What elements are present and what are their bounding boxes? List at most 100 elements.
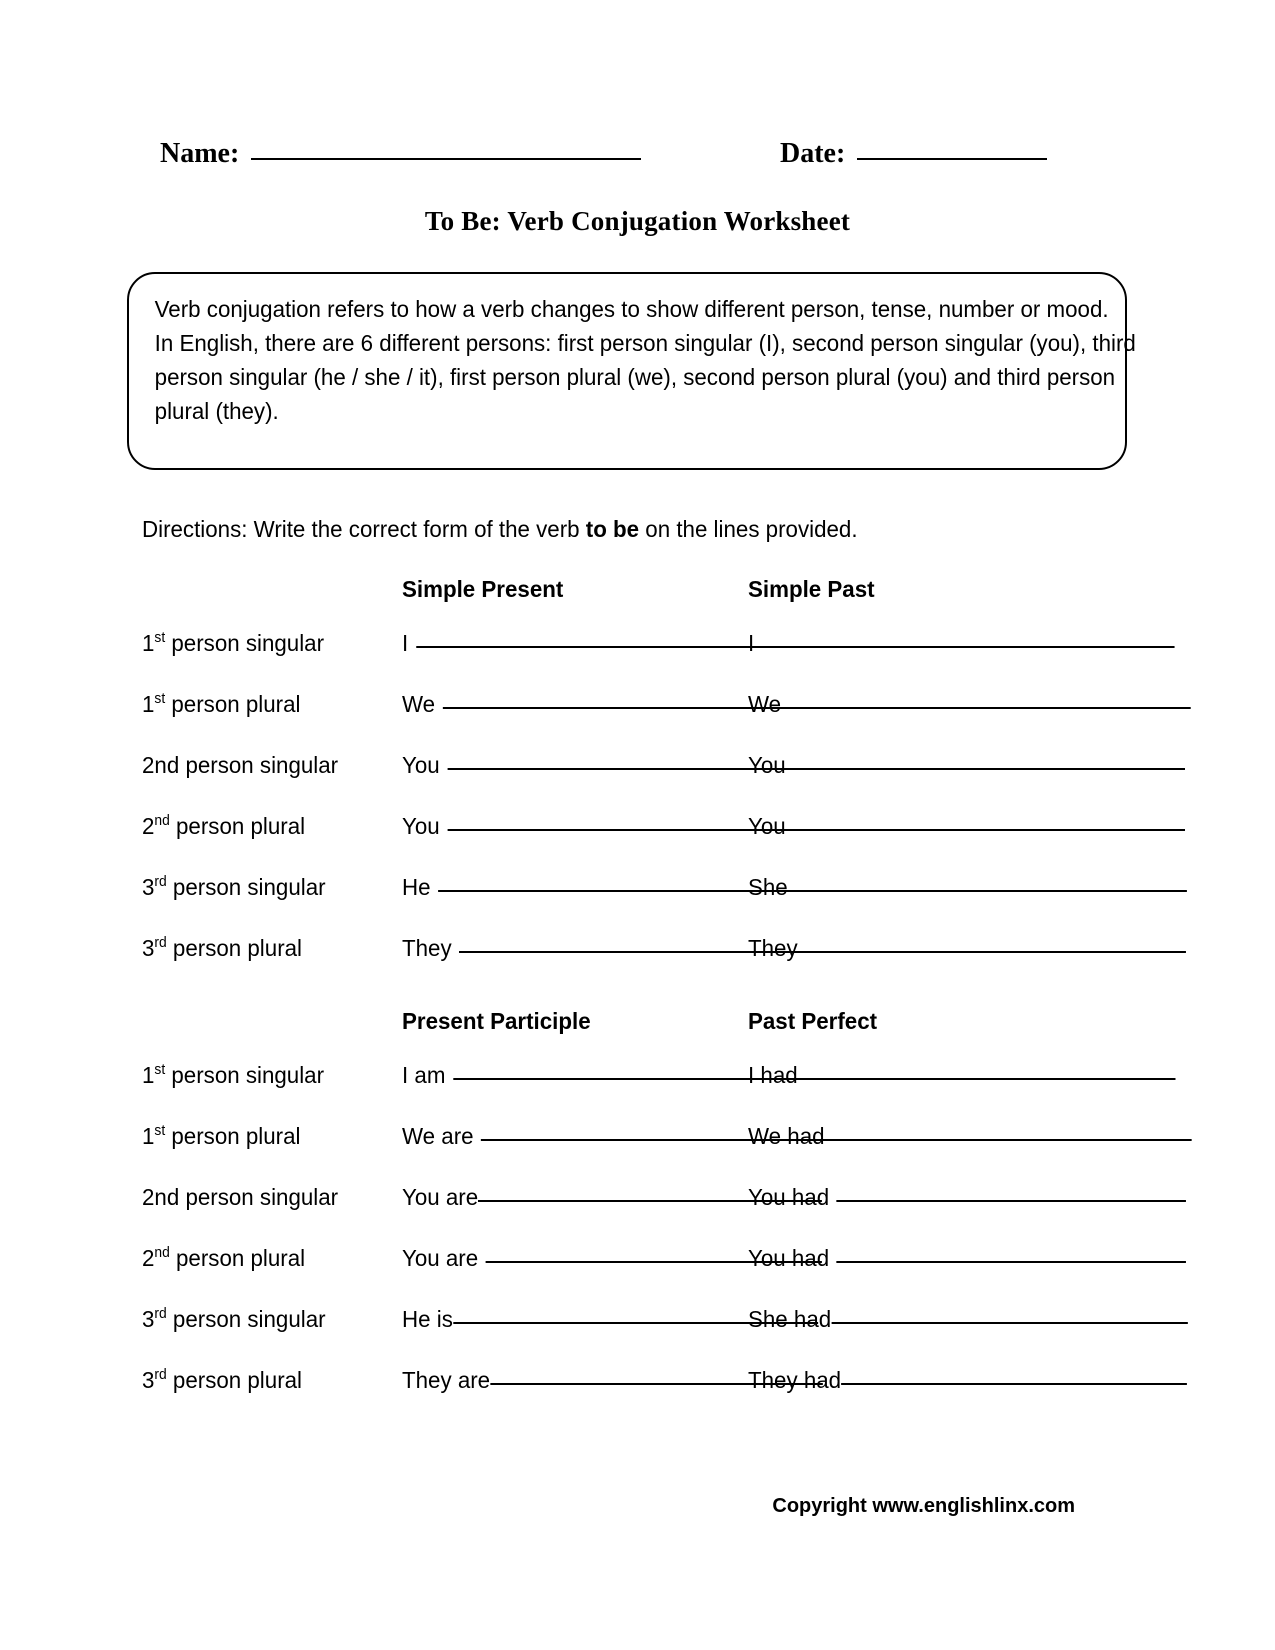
ordinal-suffix: st — [154, 1123, 166, 1140]
directions-text: Directions: Write the correct form of th… — [142, 516, 858, 543]
table-row: 2nd person singular You are You had — [142, 1174, 1186, 1235]
table-row: 1st person plural We are We had — [142, 1113, 1193, 1174]
pronoun-prompt: They — [748, 935, 798, 961]
pronoun-prompt: You had — [748, 1245, 830, 1271]
pronoun-prompt: You — [748, 813, 786, 839]
info-box: Verb conjugation refers to how a verb ch… — [127, 272, 1136, 470]
table-row: 2nd person singular You You — [142, 742, 1186, 803]
person-label: 1st person singular — [142, 630, 325, 656]
pronoun-prompt: You had — [748, 1184, 830, 1210]
column-header: Past Perfect — [748, 1008, 878, 1034]
info-paragraph-2: In English, there are 6 different person… — [154, 330, 1136, 424]
conjugation-table-participle: Present Participle Past Perfect 1st person… — [142, 1004, 1193, 1418]
table-row: 1st person singular I I — [142, 620, 1175, 681]
column-header: Simple Present — [402, 576, 564, 602]
pronoun-prompt: She — [748, 874, 788, 900]
table-row: 3rd person plural They They — [142, 925, 1187, 986]
page-title: To Be: Verb Conjugation Worksheet — [424, 206, 851, 236]
pronoun-prompt: I am — [402, 1062, 446, 1088]
ordinal-suffix: st — [154, 1062, 166, 1079]
ordinal-suffix: rd — [154, 935, 167, 952]
table-row: 2nd person plural You are You had — [142, 1235, 1186, 1296]
pronoun-prompt: You — [748, 752, 786, 778]
pronoun-prompt: We — [402, 691, 436, 717]
directions-bold-verb: to be — [585, 516, 640, 542]
pronoun-prompt: We are — [402, 1123, 474, 1149]
answer-blank-line[interactable] — [793, 829, 1186, 831]
answer-blank-line[interactable] — [795, 890, 1188, 892]
person-label: 3rd person singular — [142, 874, 326, 900]
answer-blank-line[interactable] — [788, 707, 1192, 709]
pronoun-prompt: I had — [748, 1062, 798, 1088]
answer-cell: I had — [748, 1062, 1176, 1089]
answer-blank-line[interactable] — [805, 951, 1187, 953]
table-row: 1st person plural We We — [142, 681, 1192, 742]
worksheet-page: Name: Date: To Be: Verb Conjugation Work… — [0, 0, 1275, 1650]
ordinal-suffix: nd — [154, 1245, 170, 1262]
pronoun-prompt: I — [402, 630, 409, 656]
answer-cell: She — [748, 874, 1188, 901]
answer-cell: You had — [748, 1245, 1186, 1272]
date-label: Date: — [780, 138, 846, 169]
pronoun-prompt: We had — [748, 1123, 825, 1149]
pronoun-prompt: She had — [748, 1306, 832, 1332]
answer-blank-line[interactable] — [836, 1200, 1186, 1202]
name-label: Name: — [160, 138, 240, 169]
copyright-footer: Copyright www.englishlinx.com — [772, 1495, 1075, 1517]
person-label: 2nd person singular — [142, 1184, 339, 1210]
person-label: 2nd person singular — [142, 752, 339, 778]
answer-cell: You — [748, 752, 1186, 779]
person-label: 2nd person plural — [142, 1245, 306, 1271]
answer-blank-line[interactable] — [793, 768, 1186, 770]
pronoun-prompt: You are — [402, 1184, 479, 1210]
person-label: 3rd person plural — [142, 1367, 303, 1393]
date-input-line[interactable] — [857, 158, 1048, 160]
table-row: 3rd person plural They are They had — [142, 1357, 1188, 1418]
ordinal-suffix: rd — [154, 1367, 167, 1384]
pronoun-prompt: He — [402, 874, 431, 900]
directions-suffix: on the lines provided. — [639, 516, 858, 542]
answer-cell: I — [748, 630, 1175, 657]
pronoun-prompt: You are — [402, 1245, 479, 1271]
answer-blank-line[interactable] — [824, 1139, 1193, 1141]
pronoun-prompt: They had — [748, 1367, 842, 1393]
answer-cell: We — [748, 691, 1192, 718]
directions-prefix: Directions: Write the correct form of th… — [142, 516, 586, 542]
pronoun-prompt: They are — [402, 1367, 491, 1393]
answer-blank-line[interactable] — [761, 646, 1175, 648]
ordinal-suffix: st — [154, 630, 166, 647]
answer-cell: They — [748, 935, 1187, 962]
person-label: 1st person singular — [142, 1062, 325, 1088]
answer-blank-line[interactable] — [831, 1322, 1188, 1324]
person-label: 3rd person singular — [142, 1306, 326, 1332]
pronoun-prompt: I — [748, 630, 755, 656]
ordinal-suffix: nd — [154, 813, 170, 830]
name-input-line[interactable] — [251, 158, 642, 160]
answer-blank-line[interactable] — [805, 1078, 1176, 1080]
name-date-row: Name: Date: — [160, 138, 1060, 182]
person-label: 1st person plural — [142, 691, 301, 717]
answer-blank-line[interactable] — [841, 1383, 1188, 1385]
answer-cell: You — [748, 813, 1186, 840]
table-row: 3rd person singular He is She had — [142, 1296, 1188, 1357]
column-header-row: Simple Present Simple Past — [142, 572, 1142, 620]
ordinal-suffix: st — [154, 691, 166, 708]
person-label: 3rd person plural — [142, 935, 303, 961]
info-paragraph-1: Verb conjugation refers to how a verb ch… — [154, 296, 1109, 322]
pronoun-prompt: We — [748, 691, 782, 717]
conjugation-table-simple: Simple Present Simple Past 1st person sing… — [142, 572, 1192, 986]
pronoun-prompt: He is — [402, 1306, 453, 1332]
table-row: 3rd person singular He She — [142, 864, 1188, 925]
person-label: 2nd person plural — [142, 813, 306, 839]
name-field-group: Name: — [160, 138, 642, 170]
answer-cell: They had — [748, 1367, 1188, 1394]
date-field-group: Date: — [780, 138, 1048, 170]
person-label: 1st person plural — [142, 1123, 301, 1149]
answer-cell: We had — [748, 1123, 1193, 1150]
answer-blank-line[interactable] — [836, 1261, 1186, 1263]
answer-cell: You had — [748, 1184, 1186, 1211]
answer-cell: She had — [748, 1306, 1188, 1333]
column-header: Simple Past — [748, 576, 875, 602]
column-header-row: Present Participle Past Perfect — [142, 1004, 1142, 1052]
table-row: 2nd person plural You You — [142, 803, 1186, 864]
